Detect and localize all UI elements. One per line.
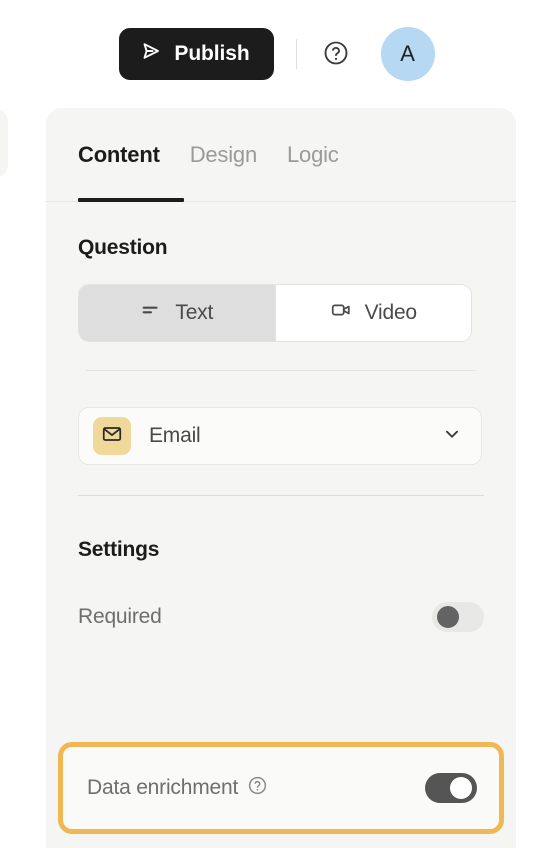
question-section-title: Question [78, 236, 168, 259]
divider-after-question-type [86, 370, 476, 371]
text-lines-icon [140, 299, 162, 327]
video-camera-icon [330, 299, 352, 327]
toggle-knob [437, 606, 459, 628]
segment-video-label: Video [364, 301, 418, 324]
adjacent-panel-edge [0, 108, 8, 178]
tab-logic[interactable]: Logic [287, 142, 339, 168]
avatar-initial: A [400, 41, 415, 66]
app-root: Publish A Content Design Logic Question … [0, 0, 554, 848]
envelope-icon [101, 423, 123, 450]
segment-text-label: Text [175, 301, 214, 324]
setting-data-enrichment-label-group: Data enrichment [87, 775, 268, 802]
publish-button-label: Publish [174, 42, 250, 65]
required-toggle[interactable] [432, 602, 484, 632]
data-enrichment-toggle[interactable] [425, 773, 477, 803]
panel-body: Question Text Video Email Settings Requi… [46, 236, 516, 640]
question-circle-icon[interactable] [247, 775, 268, 802]
question-circle-icon [322, 39, 350, 70]
settings-section-title: Settings [78, 538, 160, 561]
tab-design[interactable]: Design [190, 142, 257, 168]
avatar[interactable]: A [380, 27, 435, 81]
segment-text[interactable]: Text [79, 285, 275, 341]
help-button[interactable] [319, 37, 353, 71]
send-icon [139, 39, 163, 69]
publish-button[interactable]: Publish [119, 28, 274, 80]
segment-video[interactable]: Video [274, 285, 471, 341]
active-tab-underline [78, 198, 184, 202]
question-type-segmented-control: Text Video [78, 284, 472, 342]
field-type-select[interactable]: Email [78, 407, 482, 465]
editor-panel: Content Design Logic Question Text Video… [46, 108, 516, 848]
setting-row-required: Required [78, 594, 484, 640]
setting-data-enrichment-label: Data enrichment [87, 776, 239, 799]
divider-before-settings [78, 495, 484, 496]
panel-tabs: Content Design Logic [46, 108, 516, 202]
setting-required-label: Required [78, 605, 162, 628]
envelope-icon-badge [93, 417, 131, 455]
tab-content[interactable]: Content [78, 142, 160, 168]
toolbar-divider [295, 39, 297, 69]
field-type-value: Email [149, 424, 201, 447]
toggle-knob [450, 777, 472, 799]
setting-row-data-enrichment[interactable]: Data enrichment [58, 742, 504, 834]
top-toolbar: Publish A [0, 0, 554, 108]
chevron-down-icon [441, 423, 463, 450]
